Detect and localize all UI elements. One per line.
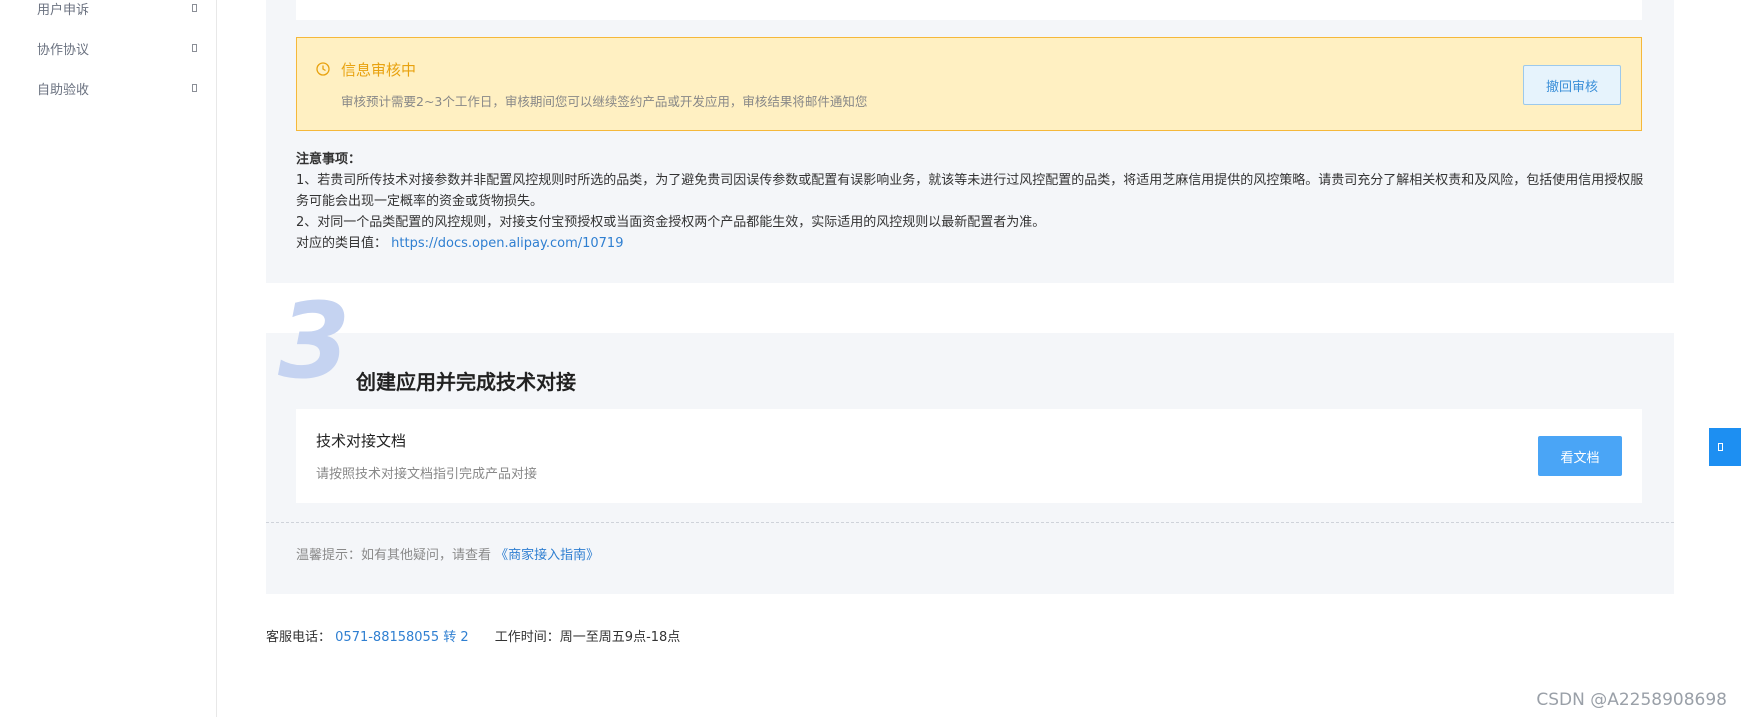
- step-title: 创建应用并完成技术对接: [356, 370, 576, 394]
- expand-icon: [192, 84, 197, 92]
- tech-doc-card: 技术对接文档 请按照技术对接文档指引完成产品对接 看文档: [296, 409, 1642, 503]
- sidebar-item-user-appeal[interactable]: 用户申诉: [37, 0, 197, 18]
- sidebar-item-label: 用户申诉: [37, 2, 90, 18]
- hours-value: 周一至周五9点-18点: [559, 630, 681, 645]
- notes-line-2: 2、对同一个品类配置的风控规则，对接支付宝预授权或当面资金授权两个产品都能生效，…: [296, 215, 1046, 230]
- category-doc-link[interactable]: https://docs.open.alipay.com/10719: [391, 236, 623, 251]
- category-label: 对应的类目值：: [296, 236, 388, 251]
- floating-side-button[interactable]: [1709, 428, 1741, 466]
- doc-card-title: 技术对接文档: [316, 432, 407, 450]
- tip-text: 温馨提示：如有其他疑问，请查看: [296, 548, 492, 563]
- category-row: 对应的类目值： https://docs.open.alipay.com/107…: [296, 233, 1646, 254]
- step-number: 3: [278, 280, 351, 402]
- phone-link[interactable]: 0571-88158055 转 2: [335, 630, 468, 645]
- watermark: CSDN @A2258908698: [1536, 690, 1727, 710]
- merchant-guide-link[interactable]: 《商家接入指南》: [495, 548, 599, 563]
- alert-title: 信息审核中: [341, 61, 417, 79]
- sidebar-item-cooperation-agreement[interactable]: 协作协议: [37, 38, 197, 58]
- view-docs-button[interactable]: 看文档: [1538, 436, 1622, 476]
- withdraw-review-button[interactable]: 撤回审核: [1523, 65, 1621, 105]
- dashed-divider: [266, 522, 1674, 523]
- doc-card-description: 请按照技术对接文档指引完成产品对接: [316, 467, 538, 482]
- step2-section: 信息审核中 审核预计需要2~3个工作日，审核期间您可以继续签约产品或开发应用，审…: [266, 0, 1674, 283]
- clock-icon: [316, 62, 330, 76]
- footer: 客服电话： 0571-88158055 转 2 工作时间：周一至周五9点-18点: [266, 626, 680, 645]
- sidebar-item-label: 协作协议: [37, 42, 90, 58]
- alert-description: 审核预计需要2~3个工作日，审核期间您可以继续签约产品或开发应用，审核结果将邮件…: [341, 94, 868, 109]
- notes-line-1: 1、若贵司所传技术对接参数并非配置风控规则时所选的品类，为了避免贵司因误传参数或…: [296, 173, 1644, 209]
- sidebar: 用户申诉 协作协议 自助验收: [0, 0, 217, 717]
- step2-card-bottom: [296, 0, 1642, 20]
- expand-icon: [192, 4, 197, 12]
- notes-heading: 注意事项：: [296, 152, 362, 167]
- sidebar-item-label: 自助验收: [37, 82, 90, 98]
- float-icon: [1718, 443, 1723, 451]
- hours-label: 工作时间：: [494, 630, 560, 645]
- phone-label: 客服电话：: [266, 630, 332, 645]
- help-tip: 温馨提示：如有其他疑问，请查看 《商家接入指南》: [296, 544, 599, 563]
- step3-section: 3 创建应用并完成技术对接 技术对接文档 请按照技术对接文档指引完成产品对接 看…: [266, 289, 1674, 594]
- expand-icon: [192, 44, 197, 52]
- review-status-alert: 信息审核中 审核预计需要2~3个工作日，审核期间您可以继续签约产品或开发应用，审…: [296, 37, 1642, 131]
- sidebar-item-self-acceptance[interactable]: 自助验收: [37, 78, 197, 98]
- notes-block: 注意事项： 1、若贵司所传技术对接参数并非配置风控规则时所选的品类，为了避免贵司…: [296, 149, 1646, 254]
